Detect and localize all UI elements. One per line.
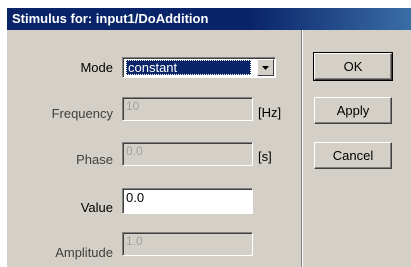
phase-field: 0.0 <box>122 142 253 166</box>
chevron-down-icon <box>262 65 269 70</box>
frequency-field: 10 <box>122 97 253 121</box>
amplitude-field: 1.0 <box>122 232 253 256</box>
apply-button[interactable]: Apply <box>314 97 392 124</box>
stimulus-dialog: Stimulus for: input1/DoAddition Mode con… <box>6 7 411 267</box>
cancel-button[interactable]: Cancel <box>314 142 392 169</box>
mode-select-value: constant <box>126 60 251 75</box>
phase-label: Phase <box>76 152 113 167</box>
value-label: Value <box>80 200 113 215</box>
ok-button[interactable]: OK <box>313 52 393 81</box>
mode-label: Mode <box>80 60 113 75</box>
amplitude-label: Amplitude <box>55 245 113 260</box>
value-field[interactable]: 0.0 <box>122 188 253 214</box>
window-title: Stimulus for: input1/DoAddition <box>7 8 411 30</box>
phase-unit: [s] <box>258 149 272 164</box>
frequency-unit: [Hz] <box>258 105 282 120</box>
mode-dropdown-button[interactable] <box>257 59 274 76</box>
frequency-label: Frequency <box>51 106 113 121</box>
vertical-separator <box>301 30 303 267</box>
mode-select[interactable]: constant <box>122 57 276 78</box>
